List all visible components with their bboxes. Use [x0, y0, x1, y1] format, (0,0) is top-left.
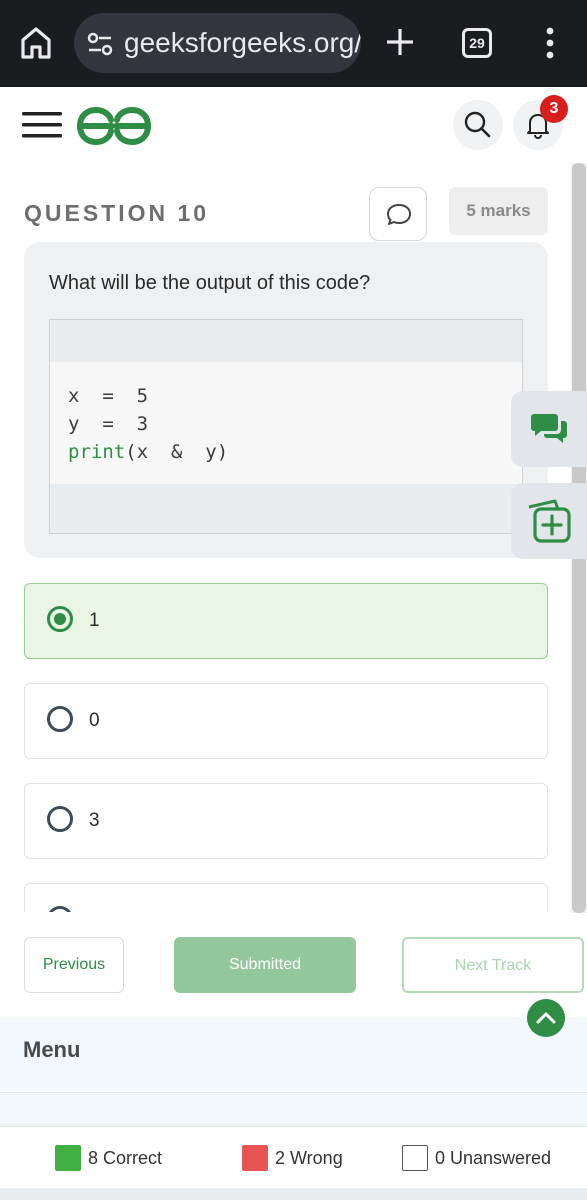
code-line: x = 5 [68, 385, 149, 407]
status-legend: 8 Correct 2 Wrong 0 Unanswered [0, 1126, 587, 1188]
marks-badge: 5 marks [449, 187, 548, 235]
correct-swatch [55, 1145, 81, 1171]
wrong-swatch [242, 1145, 268, 1171]
site-settings-icon[interactable] [86, 30, 114, 58]
new-tab-icon[interactable] [384, 26, 416, 58]
browser-toolbar: geeksforgeeks.org/b 29 [0, 0, 587, 87]
code-text: (x & y) [125, 441, 229, 463]
menu-label[interactable]: Menu [23, 1037, 80, 1063]
address-bar[interactable]: geeksforgeeks.org/b [74, 13, 361, 73]
option-label: 3 [89, 810, 100, 831]
site-header [0, 87, 587, 165]
code-line: y = 3 [68, 413, 149, 435]
answer-option-partial[interactable] [0, 882, 571, 912]
code-keyword: print [68, 441, 126, 463]
more-options-icon[interactable] [540, 26, 560, 60]
correct-count: 8 Correct [88, 1148, 163, 1168]
radio-button[interactable] [47, 606, 73, 632]
previous-button[interactable]: Previous [24, 937, 124, 993]
menu-background [0, 1094, 587, 1126]
wrong-count: 2 Wrong [275, 1148, 343, 1168]
option-label: 1 [89, 610, 100, 631]
url-text[interactable]: geeksforgeeks.org/b [124, 27, 361, 59]
comment-button[interactable] [369, 187, 427, 241]
answer-option[interactable]: 3 [24, 783, 548, 859]
submitted-button[interactable]: Submitted [174, 937, 356, 993]
scroll-top-button[interactable] [527, 999, 565, 1037]
bottom-strip [0, 1188, 587, 1200]
chat-button[interactable] [511, 391, 587, 467]
answer-option[interactable]: 0 [24, 683, 548, 759]
gfg-logo[interactable] [76, 106, 152, 146]
menu-icon[interactable] [22, 110, 62, 140]
radio-button[interactable] [47, 806, 73, 832]
radio-button[interactable] [47, 906, 73, 912]
unanswered-count: 0 Unanswered [435, 1148, 552, 1168]
chat-icon [531, 414, 567, 443]
question-title: QUESTION 10 [24, 200, 210, 226]
unanswered-swatch [402, 1145, 428, 1171]
notification-badge: 3 [540, 95, 568, 123]
comment-icon [387, 204, 411, 225]
tab-switcher-button[interactable]: 29 [462, 28, 492, 58]
add-note-icon [528, 499, 571, 543]
option-label: 0 [89, 710, 100, 731]
radio-button[interactable] [47, 706, 73, 732]
code-line: print(x & y) [68, 441, 228, 463]
search-button[interactable] [453, 100, 503, 150]
answer-option[interactable] [24, 883, 548, 912]
chevron-up-icon [536, 1012, 556, 1024]
next-track-button[interactable]: Next Track [402, 937, 584, 993]
question-text: What will be the output of this code? [49, 272, 371, 294]
home-icon[interactable] [20, 26, 52, 60]
add-note-button[interactable] [511, 483, 587, 559]
search-icon [464, 111, 491, 138]
menu-section[interactable] [0, 1017, 587, 1093]
answer-option[interactable]: 1 [24, 583, 548, 659]
